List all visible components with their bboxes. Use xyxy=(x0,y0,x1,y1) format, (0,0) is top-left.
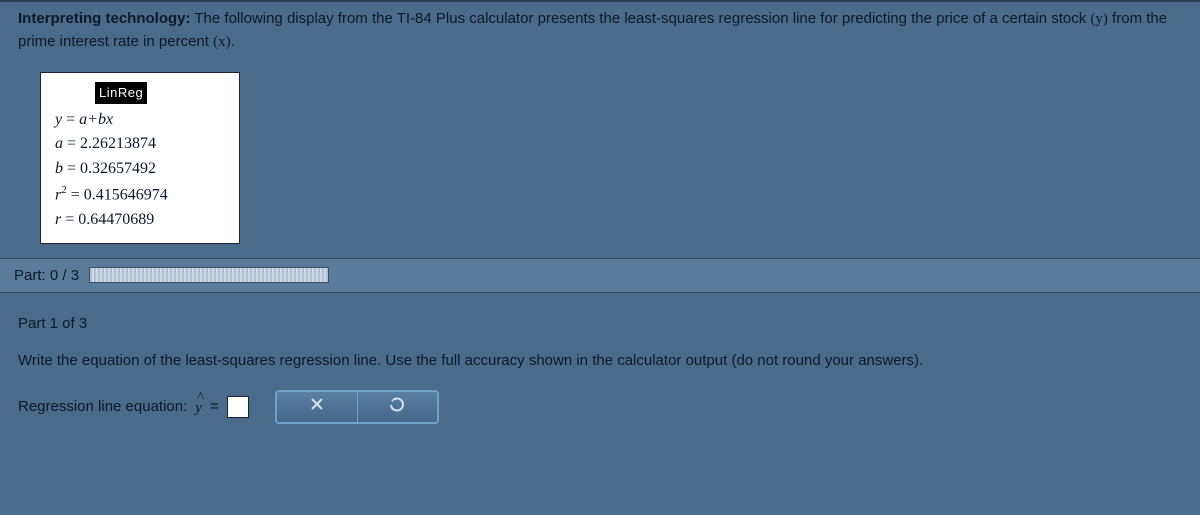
calc-b-value: 0.32657492 xyxy=(80,160,156,177)
reset-button[interactable] xyxy=(357,392,437,422)
undo-icon xyxy=(389,396,405,417)
calc-a-value: 2.26213874 xyxy=(80,135,156,152)
intro-segment-1: The following display from the TI-84 Plu… xyxy=(191,10,1091,27)
calc-eq-rhs: a+bx xyxy=(79,111,113,128)
linreg-title: LinReg xyxy=(95,82,147,104)
y-hat-symbol: ^ y xyxy=(195,396,202,417)
part-progress-bar: Part: 0 / 3 xyxy=(0,258,1200,293)
calc-r2-line: r2 = 0.415646974 xyxy=(51,182,229,208)
calc-r2-value: 0.415646974 xyxy=(84,186,168,203)
calc-equation: y = a+bx xyxy=(51,108,229,133)
close-icon xyxy=(309,396,325,417)
action-button-group xyxy=(275,390,439,424)
regression-equation-input[interactable] xyxy=(227,396,249,418)
calc-b-label: b xyxy=(55,160,63,177)
calc-r-label: r xyxy=(55,211,61,228)
calc-r2-exp: 2 xyxy=(61,184,67,196)
intro-x-var: (x) xyxy=(213,34,231,50)
progress-track xyxy=(89,267,329,283)
caret-icon: ^ xyxy=(197,390,204,406)
question-prompt: Write the equation of the least-squares … xyxy=(18,350,1182,372)
part-progress-label: Part: 0 / 3 xyxy=(14,267,79,284)
intro-y-var: (y) xyxy=(1090,11,1108,27)
answer-row: Regression line equation: ^ y = xyxy=(18,390,1182,424)
answer-label: Regression line equation: xyxy=(18,398,187,415)
part-body: Part 1 of 3 Write the equation of the le… xyxy=(0,293,1200,438)
calc-a-label: a xyxy=(55,135,63,152)
intro-text: Interpreting technology: The following d… xyxy=(0,0,1200,64)
intro-heading: Interpreting technology: xyxy=(18,10,191,27)
calc-r-value: 0.64470689 xyxy=(78,211,154,228)
intro-segment-3: . xyxy=(231,33,235,50)
clear-button[interactable] xyxy=(277,392,357,422)
equals-sign: = xyxy=(210,398,219,415)
calc-b-line: b = 0.32657492 xyxy=(51,157,229,182)
calculator-display: LinReg y = a+bx a = 2.26213874 b = 0.326… xyxy=(40,72,240,244)
calc-a-line: a = 2.26213874 xyxy=(51,132,229,157)
calc-eq-lhs: y xyxy=(55,111,62,128)
part-title: Part 1 of 3 xyxy=(18,315,1182,332)
calc-r-line: r = 0.64470689 xyxy=(51,208,229,233)
